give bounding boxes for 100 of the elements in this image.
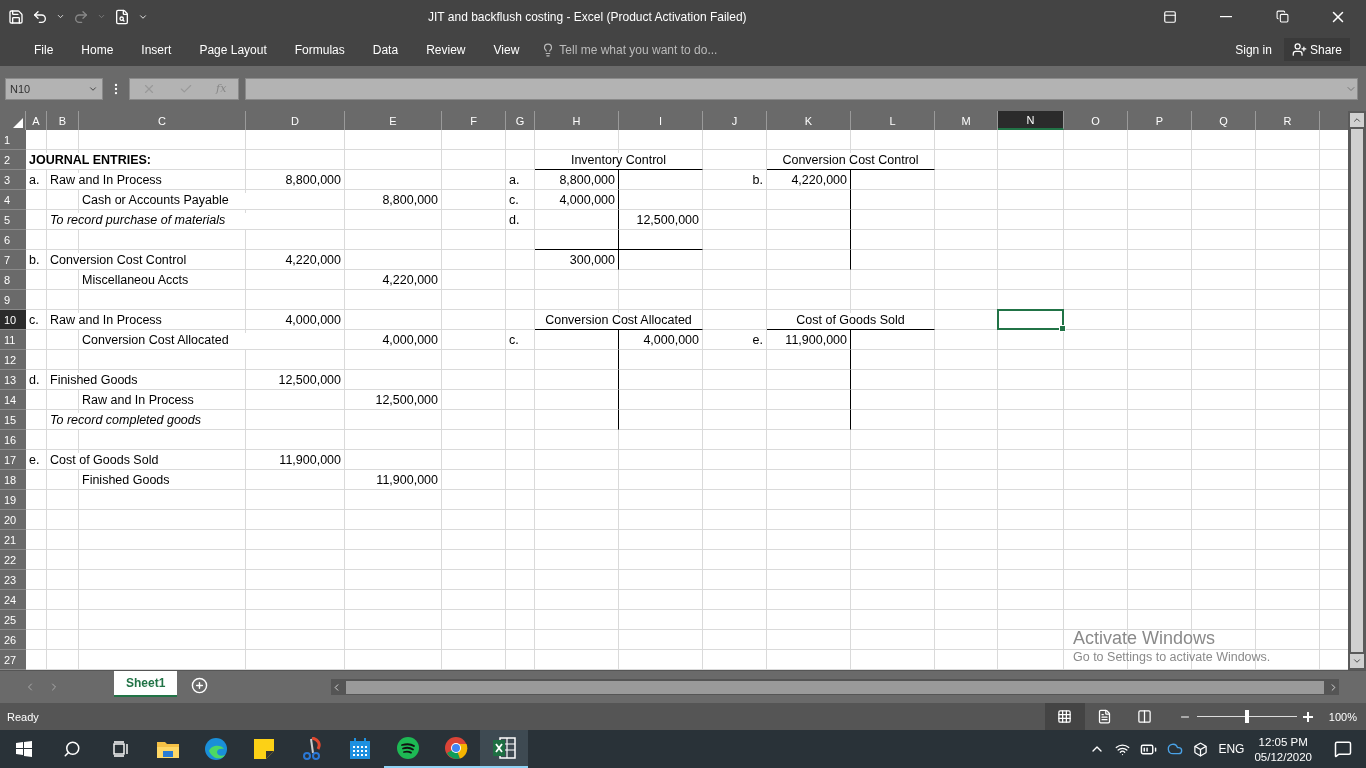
row-header[interactable]: 16 bbox=[0, 430, 26, 450]
zoom-thumb[interactable] bbox=[1244, 710, 1249, 723]
row-header[interactable]: 1 bbox=[0, 130, 26, 150]
ribbon-tab[interactable]: View bbox=[479, 33, 534, 66]
column-header[interactable]: G bbox=[506, 111, 535, 130]
calendar-icon[interactable] bbox=[349, 738, 371, 760]
row-header[interactable]: 6 bbox=[0, 230, 26, 250]
taskbar-app[interactable] bbox=[480, 730, 528, 768]
row-header[interactable]: 22 bbox=[0, 550, 26, 570]
selected-cell[interactable] bbox=[997, 309, 1064, 330]
music-app-icon[interactable] bbox=[396, 736, 420, 760]
undo-icon[interactable] bbox=[32, 8, 48, 25]
column-header[interactable]: L bbox=[851, 111, 935, 130]
column-header[interactable]: F bbox=[442, 111, 506, 130]
column-header[interactable]: M bbox=[935, 111, 998, 130]
redo-icon[interactable] bbox=[73, 8, 89, 25]
column-header[interactable]: H bbox=[535, 111, 619, 130]
row-header[interactable]: 3 bbox=[0, 170, 26, 190]
search-icon bbox=[63, 740, 81, 758]
grid-icon bbox=[1057, 709, 1073, 724]
row-header[interactable]: 14 bbox=[0, 390, 26, 410]
row-header[interactable]: 4 bbox=[0, 190, 26, 210]
row-header[interactable]: 7 bbox=[0, 250, 26, 270]
column-header[interactable]: A bbox=[26, 111, 47, 130]
ribbon-tab[interactable]: Home bbox=[67, 33, 128, 66]
vertical-scrollbar[interactable] bbox=[1348, 111, 1366, 670]
row-header[interactable]: 8 bbox=[0, 270, 26, 290]
scissors-icon[interactable] bbox=[301, 737, 323, 761]
box-icon[interactable] bbox=[1193, 741, 1209, 757]
language-indicator[interactable]: ENG bbox=[1218, 742, 1245, 756]
notifications-icon[interactable] bbox=[1334, 740, 1352, 758]
window-title: JIT and backflush costing - Excel (Product Activation Failed) bbox=[428, 9, 748, 24]
column-header[interactable]: B bbox=[47, 111, 79, 130]
caret-icon[interactable] bbox=[56, 12, 65, 21]
horizontal-scrollbar[interactable] bbox=[331, 679, 1339, 695]
column-header[interactable]: I bbox=[619, 111, 703, 130]
column-header[interactable]: Q bbox=[1192, 111, 1256, 130]
ribbon-tab[interactable]: Page Layout bbox=[185, 33, 281, 66]
user-plus-icon bbox=[1291, 42, 1307, 57]
column-header[interactable]: J bbox=[703, 111, 767, 130]
sign-in-link[interactable]: Sign in bbox=[1229, 41, 1278, 58]
row-header[interactable]: 19 bbox=[0, 490, 26, 510]
save-icon[interactable] bbox=[8, 8, 24, 25]
sticky-note-icon[interactable] bbox=[253, 738, 275, 760]
row-header[interactable]: 24 bbox=[0, 590, 26, 610]
row-header[interactable]: 23 bbox=[0, 570, 26, 590]
column-header[interactable]: C bbox=[79, 111, 246, 130]
worksheet-grid[interactable] bbox=[0, 111, 1348, 670]
row-header[interactable]: 20 bbox=[0, 510, 26, 530]
restore-icon bbox=[1275, 10, 1289, 23]
column-header[interactable]: N bbox=[998, 111, 1064, 130]
name-box[interactable]: N10 bbox=[5, 77, 103, 100]
scroll-thumb[interactable] bbox=[346, 680, 1324, 694]
row-header[interactable]: 5 bbox=[0, 210, 26, 230]
column-header[interactable]: E bbox=[345, 111, 442, 130]
add-sheet-icon[interactable] bbox=[191, 676, 209, 694]
clock[interactable]: 12:05 PM 05/12/2020 bbox=[1254, 735, 1312, 763]
ribbon-tab[interactable]: File bbox=[20, 33, 68, 66]
tell-me-field[interactable]: Tell me what you want to do... bbox=[541, 42, 1230, 57]
ribbon-tab[interactable]: Insert bbox=[127, 33, 186, 66]
columns-icon bbox=[1137, 709, 1153, 724]
view-button[interactable] bbox=[1044, 703, 1085, 730]
scroll-thumb[interactable] bbox=[1351, 129, 1363, 652]
column-header[interactable]: P bbox=[1128, 111, 1192, 130]
column-header[interactable]: R bbox=[1256, 111, 1320, 130]
row-header[interactable]: 21 bbox=[0, 530, 26, 550]
cloud-icon[interactable] bbox=[1167, 741, 1184, 757]
row-header[interactable]: 11 bbox=[0, 330, 26, 350]
column-header[interactable]: K bbox=[767, 111, 851, 130]
wifi-icon[interactable] bbox=[1115, 741, 1131, 757]
ribbon-tab[interactable]: Data bbox=[358, 33, 413, 66]
ribbon-tab[interactable]: Formulas bbox=[280, 33, 359, 66]
row-header[interactable]: 2 bbox=[0, 150, 26, 170]
zoom-level[interactable]: 100% bbox=[1328, 710, 1357, 723]
share-button[interactable]: Share bbox=[1283, 38, 1350, 61]
row-header[interactable]: 15 bbox=[0, 410, 26, 430]
row-header[interactable]: 10 bbox=[0, 310, 26, 330]
print-preview-icon[interactable] bbox=[114, 8, 130, 25]
row-header[interactable]: 12 bbox=[0, 350, 26, 370]
minimize-icon bbox=[1220, 15, 1232, 18]
row-header[interactable]: 17 bbox=[0, 450, 26, 470]
row-header[interactable]: 27 bbox=[0, 650, 26, 670]
date-text: 05/12/2020 bbox=[1254, 750, 1312, 763]
spreadsheet-icon[interactable] bbox=[492, 737, 516, 759]
column-header[interactable]: D bbox=[246, 111, 345, 130]
row-header[interactable]: 9 bbox=[0, 290, 26, 310]
row-header[interactable]: 26 bbox=[0, 630, 26, 650]
folder-icon[interactable] bbox=[156, 739, 180, 759]
browser-icon[interactable] bbox=[444, 736, 468, 760]
ribbon-tab[interactable]: Review bbox=[412, 33, 480, 66]
placeholder-text: Tell me what you want to do... bbox=[559, 42, 718, 57]
formula-field[interactable] bbox=[245, 77, 1358, 100]
row-header[interactable]: 18 bbox=[0, 470, 26, 490]
column-header[interactable]: O bbox=[1064, 111, 1128, 130]
sheet-tab[interactable]: Sheet1 bbox=[114, 671, 178, 697]
row-header[interactable]: 13 bbox=[0, 370, 26, 390]
row-header[interactable]: 25 bbox=[0, 610, 26, 630]
fill-handle[interactable] bbox=[1059, 325, 1066, 332]
swirl-icon[interactable] bbox=[204, 737, 228, 761]
zoom-in-icon[interactable] bbox=[1302, 711, 1313, 722]
